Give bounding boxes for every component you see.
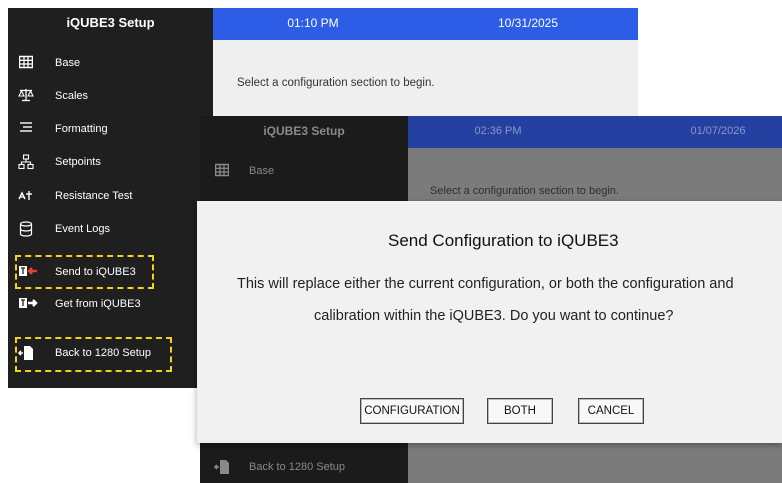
sidebar-item-label: Scales <box>55 90 89 102</box>
send-configuration-dialog: Send Configuration to iQUBE3 This will r… <box>197 201 782 443</box>
highlight-send-to-iqube3 <box>15 255 154 289</box>
header-bar: 01:10 PM 10/31/2025 <box>213 8 638 40</box>
app-title: iQUBE3 Setup <box>8 8 213 40</box>
sidebar-item-event-logs[interactable]: Event Logs <box>8 215 213 245</box>
grid-icon <box>214 163 230 179</box>
database-icon <box>18 221 34 237</box>
grid-icon <box>18 55 34 71</box>
sidebar-item-base[interactable]: Base <box>200 157 408 187</box>
configuration-button[interactable]: CONFIGURATION <box>360 398 464 424</box>
both-button[interactable]: BOTH <box>487 398 553 424</box>
sidebar-item-get-from-iqube3[interactable]: Get from iQUBE3 <box>8 290 213 320</box>
clock-time: 02:36 PM <box>474 125 522 137</box>
sidebar-item-label: Base <box>249 165 275 177</box>
sidebar-item-resistance-test[interactable]: Resistance Test <box>8 182 213 212</box>
clock-date: 10/31/2025 <box>497 16 559 30</box>
dialog-title: Send Configuration to iQUBE3 <box>388 231 619 250</box>
dialog-message-line-1: This will replace either the current con… <box>237 276 734 292</box>
sidebar-item-scales[interactable]: Scales <box>8 82 213 112</box>
sidebar-item-label: Formatting <box>55 123 108 135</box>
instruction-text: Select a configuration section to begin. <box>430 185 619 197</box>
sidebar-item-formatting[interactable]: Formatting <box>8 115 213 145</box>
app-title: iQUBE3 Setup <box>263 124 345 138</box>
hierarchy-icon <box>18 154 34 170</box>
sidebar-item-label: Resistance Test <box>55 190 133 202</box>
sidebar-item-base[interactable]: Base <box>8 49 213 79</box>
sidebar-item-label: Get from iQUBE3 <box>55 298 141 310</box>
clock-time: 01:10 PM <box>287 16 339 30</box>
sidebar-item-label: Event Logs <box>55 223 111 235</box>
highlight-back-to-1280-setup <box>15 337 172 372</box>
cancel-button[interactable]: CANCEL <box>578 398 644 424</box>
sidebar-item-setpoints[interactable]: Setpoints <box>8 148 213 178</box>
dialog-message-line-2: calibration within the iQUBE3. Do you wa… <box>314 308 674 324</box>
clock-date: 01/07/2026 <box>690 125 746 137</box>
sidebar: iQUBE3 Setup Base Scales Formatting Setp… <box>8 8 213 388</box>
instruction-text: Select a configuration section to begin. <box>237 77 435 89</box>
sidebar-item-label: Back to 1280 Setup <box>249 461 346 473</box>
sidebar-item-back-to-1280-setup[interactable]: Back to 1280 Setup <box>200 453 408 483</box>
receive-icon <box>18 296 38 312</box>
scale-icon <box>18 88 34 104</box>
sidebar-item-label: Setpoints <box>55 156 101 168</box>
sidebar-item-label: Base <box>55 57 81 69</box>
resistance-icon <box>18 188 34 204</box>
list-format-icon <box>18 121 34 137</box>
back-document-icon <box>213 459 230 475</box>
header-bar: 02:36 PM 01/07/2026 <box>408 116 782 148</box>
